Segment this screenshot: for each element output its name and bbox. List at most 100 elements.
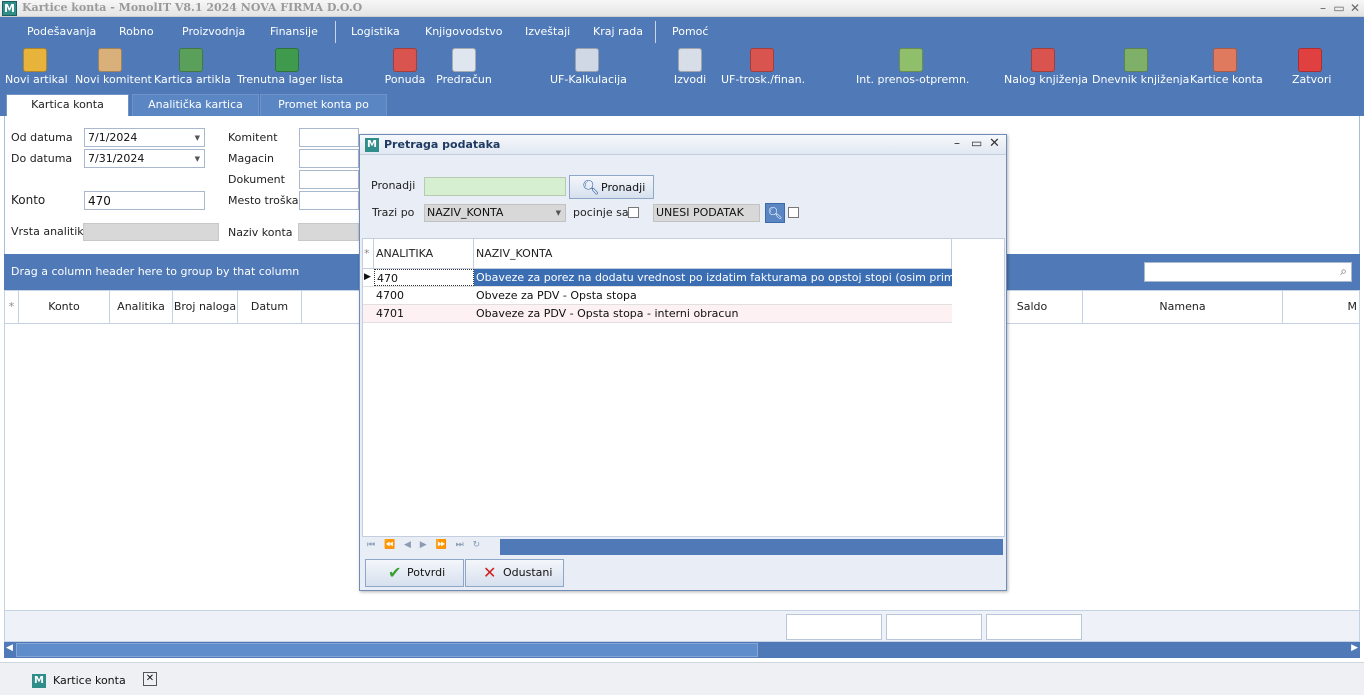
calendar-icon (179, 48, 203, 72)
dialog-horizontal-scrollbar[interactable] (500, 539, 1003, 555)
trazi-po-select[interactable]: NAZIV_KONTA ▼ (424, 204, 566, 222)
toolbar-button-12[interactable]: Kartice konta (1190, 48, 1263, 91)
dialog-maximize-button[interactable]: ▭ (971, 136, 982, 150)
menu-kraj-rada[interactable]: Kraj rada (593, 25, 643, 38)
grid-search-input[interactable]: ⌕ (1144, 262, 1352, 282)
potvrdi-button[interactable]: ✔ Potvrdi (365, 559, 464, 587)
scroll-left-icon[interactable]: ◀ (6, 643, 13, 653)
magacin-field[interactable] (299, 149, 359, 168)
col-datum[interactable]: Datum (238, 291, 302, 323)
app-logo-icon: M (32, 674, 46, 688)
cell-naziv-konta[interactable]: Obaveze za porez na dodatu vrednost po i… (474, 269, 952, 286)
komitent-field[interactable] (299, 128, 359, 147)
toolbar-button-5[interactable]: Predračun (436, 48, 492, 91)
search-icon[interactable]: ⌕ (1340, 264, 1347, 279)
pronadji-button[interactable]: 🔍︎ Pronadji (569, 175, 654, 199)
col-m[interactable]: M (1283, 291, 1359, 323)
unesi-podatak-field[interactable]: UNESI PODATAK (653, 204, 760, 222)
tab-kartica-konta[interactable]: Kartica konta (6, 94, 129, 116)
pronadji-label: Pronadji (371, 179, 416, 192)
toolbar-button-9[interactable]: Int. prenos-otpremn. (856, 48, 969, 91)
toolbar-button-6[interactable]: UF-Kalkulacija (550, 48, 627, 91)
toolbar-button-4[interactable]: Ponuda (384, 48, 426, 91)
offer-icon (393, 48, 417, 72)
table-row[interactable]: 4700 Obveze za PDV - Opsta stopa (363, 287, 952, 305)
toolbar-button-label: Zatvori (1292, 73, 1332, 86)
vrsta-analitike-field[interactable] (83, 223, 219, 241)
chevron-down-icon[interactable]: ▼ (195, 134, 200, 142)
col-naziv-konta[interactable]: NAZIV_KONTA (474, 239, 952, 268)
tab-analiticka-kartica[interactable]: Analitička kartica (132, 94, 259, 116)
toolbar-button-label: Novi artikal (5, 73, 68, 86)
toolbar-button-11[interactable]: Dnevnik knjiženja (1092, 48, 1189, 91)
dialog-minimize-button[interactable]: – (954, 136, 960, 150)
dokument-field[interactable] (299, 170, 359, 189)
chevron-down-icon[interactable]: ▼ (556, 209, 561, 217)
odustani-button[interactable]: ✕ Odustani (465, 559, 564, 587)
results-grid[interactable]: * ANALITIKA NAZIV_KONTA ▶ 470 Obaveze za… (362, 238, 1005, 537)
menu-logistika[interactable]: Logistika (351, 25, 400, 38)
toolbar-button-2[interactable]: Kartica artikla (154, 48, 231, 91)
horizontal-scrollbar[interactable]: ◀ ▶ (4, 642, 1360, 658)
chevron-down-icon[interactable]: ▼ (195, 155, 200, 163)
toolbar-button-label: Trenutna lager lista (237, 73, 344, 86)
toolbar-button-label: UF-Kalkulacija (550, 73, 627, 86)
status-tab-label[interactable]: Kartice konta (53, 674, 126, 687)
odustani-label: Odustani (503, 566, 553, 579)
konto-field[interactable]: 470 (84, 191, 205, 210)
menu-finansije[interactable]: Finansije (270, 25, 318, 38)
pocinje-sa-checkbox[interactable] (628, 207, 639, 218)
menu-izvestaji[interactable]: Izveštaji (525, 25, 570, 38)
col-namena[interactable]: Namena (1083, 291, 1283, 323)
col-analitika[interactable]: ANALITIKA (374, 239, 474, 268)
toolbar-button-1[interactable]: Novi komitent (75, 48, 152, 91)
cell-naziv-konta[interactable]: Obaveze za PDV - Opsta stopa - interni o… (474, 305, 952, 322)
col-analitika[interactable]: Analitika (110, 291, 173, 323)
cell-analitika[interactable]: 4700 (374, 287, 474, 304)
col-konto[interactable]: Konto (19, 291, 110, 323)
search-icon: 🔍︎ (582, 180, 600, 196)
toolbar-button-13[interactable]: Zatvori (1292, 48, 1332, 91)
toolbar-button-0[interactable]: Novi artikal (5, 48, 68, 91)
menu-proizvodnja[interactable]: Proizvodnja (182, 25, 245, 38)
cell-naziv-konta[interactable]: Obveze za PDV - Opsta stopa (474, 287, 952, 304)
table-row[interactable]: 4701 Obaveze za PDV - Opsta stopa - inte… (363, 305, 952, 323)
toolbar-button-10[interactable]: Nalog knjiženja (1004, 48, 1088, 91)
close-tab-icon[interactable]: ✕ (143, 672, 157, 686)
close-window-button[interactable]: ✕ (1346, 0, 1364, 16)
tab-promet-konta[interactable]: Promet konta po analitici (260, 94, 387, 131)
pronadji-input[interactable] (424, 177, 566, 196)
search-icon[interactable]: 🔍︎ (765, 203, 785, 223)
menu-knjigovodstvo[interactable]: Knjigovodstvo (425, 25, 503, 38)
dialog-title: Pretraga podataka (384, 138, 501, 151)
row-indicator-header: * (363, 239, 374, 268)
navigator-buttons-icon[interactable]: ⏮ ⏪ ◀ ▶ ⏩ ⏭ ↻ (367, 540, 483, 550)
toolbar-button-3[interactable]: Trenutna lager lista (237, 48, 344, 91)
menu-podesavanja[interactable]: Podešavanja (27, 25, 96, 38)
mesto-troska-field[interactable] (299, 191, 359, 210)
toolbar-button-7[interactable]: Izvodi (670, 48, 710, 91)
col-broj-naloga[interactable]: Broj naloga (173, 291, 238, 323)
toolbar-button-label: Novi komitent (75, 73, 152, 86)
toolbar-button-8[interactable]: UF-trosk./finan. (721, 48, 806, 91)
konto-label: Konto (11, 193, 46, 207)
od-datuma-field[interactable]: 7/1/2024 ▼ (84, 128, 205, 147)
toolbar-button-label: UF-trosk./finan. (721, 73, 806, 86)
menu-pomoc[interactable]: Pomoć (672, 25, 708, 38)
trazi-po-value: NAZIV_KONTA (427, 206, 504, 219)
naziv-konta-label: Naziv konta (228, 226, 293, 239)
vrsta-analitike-label: Vrsta analitike (11, 225, 91, 238)
dialog-close-button[interactable]: ✕ (989, 136, 1000, 151)
extra-checkbox[interactable] (788, 207, 799, 218)
scroll-thumb[interactable] (16, 643, 758, 657)
do-datuma-value: 7/31/2024 (88, 152, 145, 165)
menu-robno[interactable]: Robno (119, 25, 154, 38)
person-add-icon (98, 48, 122, 72)
cell-analitika[interactable]: 470 (374, 269, 474, 286)
naziv-konta-field (298, 223, 359, 241)
table-row[interactable]: ▶ 470 Obaveze za porez na dodatu vrednos… (363, 269, 952, 287)
cell-analitika[interactable]: 4701 (374, 305, 474, 322)
search-dialog: M Pretraga podataka – ▭ ✕ Pronadji 🔍︎ Pr… (359, 134, 1007, 591)
do-datuma-field[interactable]: 7/31/2024 ▼ (84, 149, 205, 168)
scroll-right-icon[interactable]: ▶ (1351, 643, 1358, 653)
